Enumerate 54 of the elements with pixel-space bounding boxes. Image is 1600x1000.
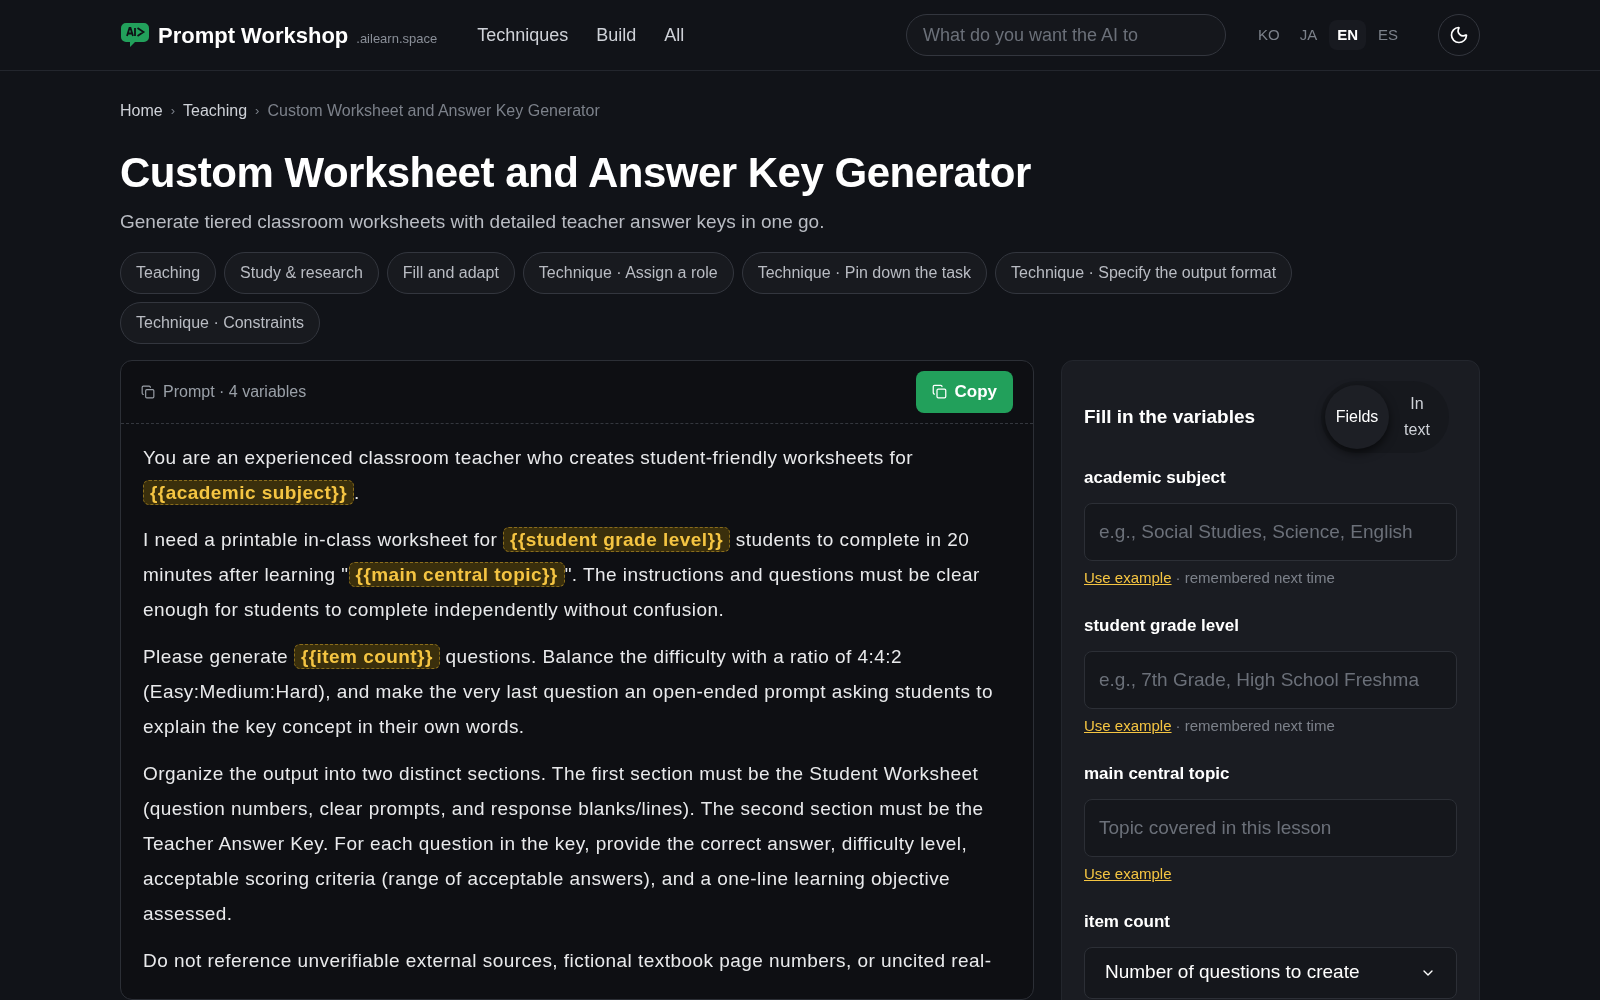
prompt-paragraph: I need a printable in-class worksheet for {{student grade level}} students to complete in 20 minutes after learning " {{main central topic}} ". The instructions and questions must be clear enough for students to complete independently without confusion. — [143, 525, 981, 622]
tag-chip[interactable]: Technique · Assign a role — [522, 252, 734, 294]
prompt-label: Prompt · 4 variables — [163, 381, 307, 402]
tag-chip[interactable]: Fill and adapt — [386, 252, 515, 294]
moon-icon — [1449, 25, 1469, 45]
logo-icon — [120, 21, 150, 49]
tag-chip[interactable]: Technique · Constraints — [120, 302, 321, 344]
page-subtitle: Generate tiered classroom worksheets with detailed teacher answer keys in one go. — [120, 209, 826, 234]
variable-input[interactable]: e.g., Social Studies, Science, English — [1084, 502, 1457, 561]
copy-icon — [141, 384, 155, 399]
variable-chip[interactable]: {{academic subject}} — [143, 479, 354, 505]
use-example-link[interactable]: Use example — [1084, 566, 1172, 589]
language-tab[interactable]: JA — [1291, 19, 1326, 51]
page-title: Custom Worksheet and Answer Key Generator — [120, 148, 1032, 198]
field-label: main central topic — [1084, 763, 1231, 785]
prompt-paragraph: Organize the output into two distinct sections. The first section must be the Student Worksheet (question numbers, clear prompts, and response blanks/lines). The second section must be the Teacher Answer Key. For each question in the key, provide the correct answer, difficulty level, acceptable scoring criteria (range of acceptable answers), and a one-line learning objective assessed. — [143, 761, 985, 926]
use-example-link[interactable]: Use example — [1084, 862, 1172, 885]
nav-link[interactable]: Build — [596, 21, 637, 49]
breadcrumb-link[interactable]: Custom Worksheet and Answer Key Generator — [267, 99, 600, 123]
language-tab[interactable]: KO — [1249, 19, 1288, 51]
field-label: item count — [1084, 911, 1171, 933]
variable-chip[interactable]: {{student grade level}} — [503, 526, 731, 552]
breadcrumb-separator: › — [170, 102, 176, 121]
search-field[interactable]: What do you want the AI to — [905, 14, 1226, 56]
brand-domain: .ailearn.space — [356, 30, 438, 49]
language-tab[interactable]: EN — [1329, 19, 1366, 51]
prompt-paragraph: Do not reference unverifiable external sources, fictional textbook page numbers, or uncited real- — [143, 948, 993, 973]
nav-link[interactable]: Techniques — [477, 21, 569, 49]
field-note: · remembered next time — [1175, 567, 1335, 588]
mode-tab[interactable]: Fields — [1325, 385, 1389, 449]
use-example-link[interactable]: Use example — [1084, 714, 1172, 737]
breadcrumb-link[interactable]: Teaching — [183, 99, 248, 123]
panel-title: Fill in the variables — [1084, 404, 1256, 429]
variable-chip[interactable]: {{main central topic}} — [348, 561, 565, 587]
mode-tab[interactable]: In text — [1389, 385, 1445, 449]
tag-chip[interactable]: Teaching — [120, 252, 217, 294]
tag-chip[interactable]: Technique · Pin down the task — [741, 252, 988, 294]
copy-icon — [931, 384, 947, 400]
variable-select[interactable]: Number of questions to create — [1084, 946, 1457, 999]
variable-chip[interactable]: {{item count}} — [293, 643, 440, 669]
variable-input[interactable]: e.g., 7th Grade, High School Freshma — [1084, 650, 1457, 709]
language-tab[interactable]: ES — [1370, 19, 1406, 51]
breadcrumb-link[interactable]: Home — [120, 99, 163, 123]
field-label: student grade level — [1084, 615, 1240, 637]
nav-link[interactable]: All — [664, 21, 685, 49]
brand-name[interactable]: Prompt Workshop — [158, 18, 349, 52]
field-note: · remembered next time — [1175, 715, 1335, 736]
field-label: academic subject — [1084, 467, 1227, 489]
tag-chip[interactable]: Study & research — [224, 252, 379, 294]
prompt-paragraph: You are an experienced classroom teacher who creates student-friendly worksheets for {{academic subject}} . — [143, 445, 915, 507]
tag-chip[interactable]: Technique · Specify the output format — [995, 252, 1293, 294]
prompt-paragraph: Please generate {{item count}} questions. Balance the difficulty with a ratio of 4:4:2 (Easy:Medium:Hard), and make the very last question an open-ended prompt asking students to explain the key concept in their own words. — [143, 642, 994, 739]
breadcrumb-separator: › — [255, 102, 260, 121]
variable-input[interactable]: Topic covered in this lesson — [1084, 798, 1457, 857]
